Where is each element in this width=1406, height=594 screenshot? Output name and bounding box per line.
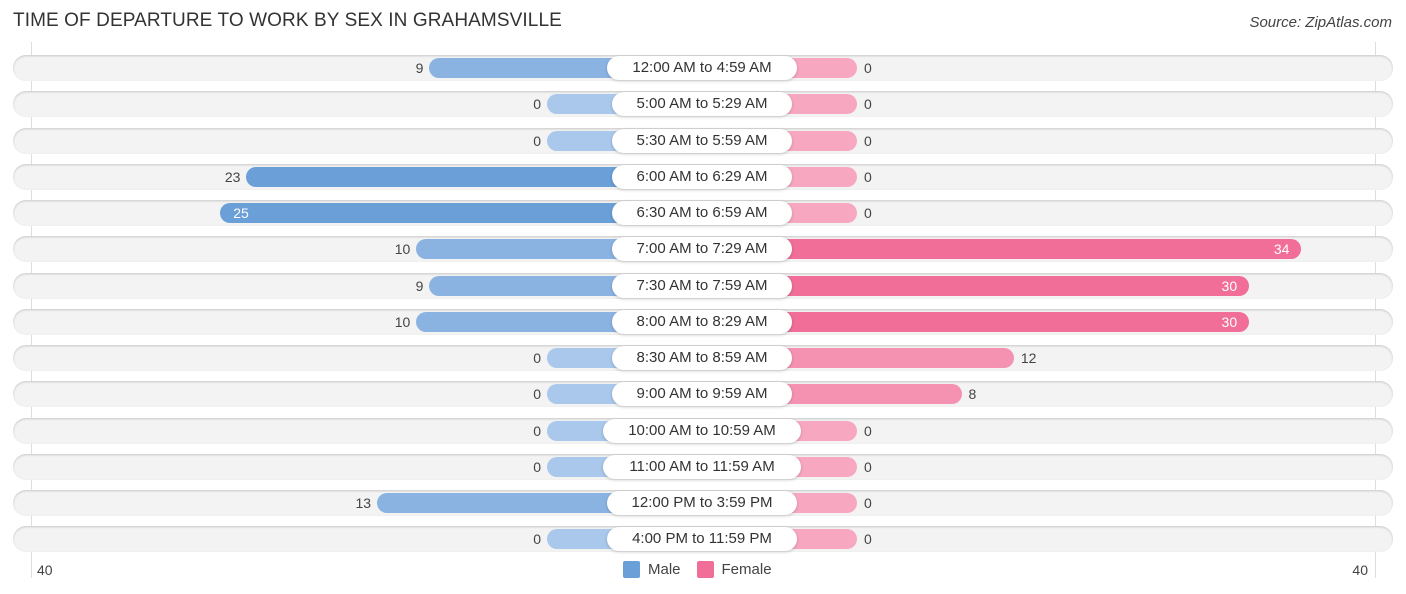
value-label-male: 13 <box>355 495 372 511</box>
value-label-male: 23 <box>224 168 241 185</box>
legend: Male Female <box>623 561 788 578</box>
category-label: 11:00 AM to 11:59 AM <box>603 454 801 479</box>
axis-label-left: 40 <box>37 562 53 578</box>
legend-swatch-female <box>696 561 714 578</box>
category-label: 12:00 PM to 3:59 PM <box>607 491 797 515</box>
category-label: 10:00 AM to 10:59 AM <box>603 418 801 443</box>
value-label-female: 0 <box>864 60 872 76</box>
value-label-male: 9 <box>415 277 424 294</box>
value-label-female: 0 <box>864 96 872 113</box>
value-label-female: 34 <box>1273 241 1290 258</box>
value-label-female: 0 <box>864 205 872 221</box>
category-label: 5:30 AM to 5:59 AM <box>611 128 793 153</box>
value-label-male: 0 <box>533 386 541 403</box>
value-label-female: 8 <box>968 386 977 403</box>
value-label-female: 0 <box>864 168 872 185</box>
category-label: 8:00 AM to 8:29 AM <box>611 309 793 334</box>
legend-label-female: Female <box>721 561 772 578</box>
value-label-male: 0 <box>533 132 541 149</box>
legend-label-male: Male <box>648 561 681 578</box>
legend-item-female[interactable]: Female <box>696 561 772 578</box>
category-label: 6:30 AM to 6:59 AM <box>611 201 793 225</box>
value-label-female: 0 <box>864 132 872 149</box>
category-label: 7:30 AM to 7:59 AM <box>611 273 793 298</box>
axis-label-right: 40 <box>1352 562 1368 578</box>
value-label-female: 0 <box>864 422 872 439</box>
value-label-female: 0 <box>864 531 872 548</box>
value-label-female: 30 <box>1221 277 1238 294</box>
category-label: 5:00 AM to 5:29 AM <box>611 92 793 117</box>
value-label-female: 30 <box>1221 313 1238 330</box>
value-label-male: 0 <box>533 96 541 113</box>
legend-item-male[interactable]: Male <box>623 561 681 578</box>
category-label: 7:00 AM to 7:29 AM <box>611 237 793 262</box>
value-label-male: 0 <box>533 422 541 439</box>
value-label-male: 10 <box>394 241 411 258</box>
value-label-female: 12 <box>1020 350 1037 366</box>
category-label: 6:00 AM to 6:29 AM <box>611 164 793 189</box>
value-label-male: 0 <box>533 350 541 366</box>
value-label-female: 0 <box>864 458 872 475</box>
value-label-female: 0 <box>864 495 872 511</box>
legend-swatch-male <box>623 561 640 578</box>
category-label: 4:00 PM to 11:59 PM <box>607 527 797 552</box>
category-label: 9:00 AM to 9:59 AM <box>611 382 793 407</box>
value-label-male: 10 <box>394 313 411 330</box>
value-label-male: 0 <box>533 531 541 548</box>
chart-area: 9 0 12:00 AM to 4:59 AM 0 0 5:00 AM to 5:29 A… <box>0 0 1406 594</box>
category-label: 8:30 AM to 8:59 AM <box>611 346 793 370</box>
value-label-male: 0 <box>533 458 541 475</box>
category-label: 12:00 AM to 4:59 AM <box>607 56 797 80</box>
value-label-male: 9 <box>415 60 424 76</box>
value-label-male: 25 <box>233 205 249 221</box>
